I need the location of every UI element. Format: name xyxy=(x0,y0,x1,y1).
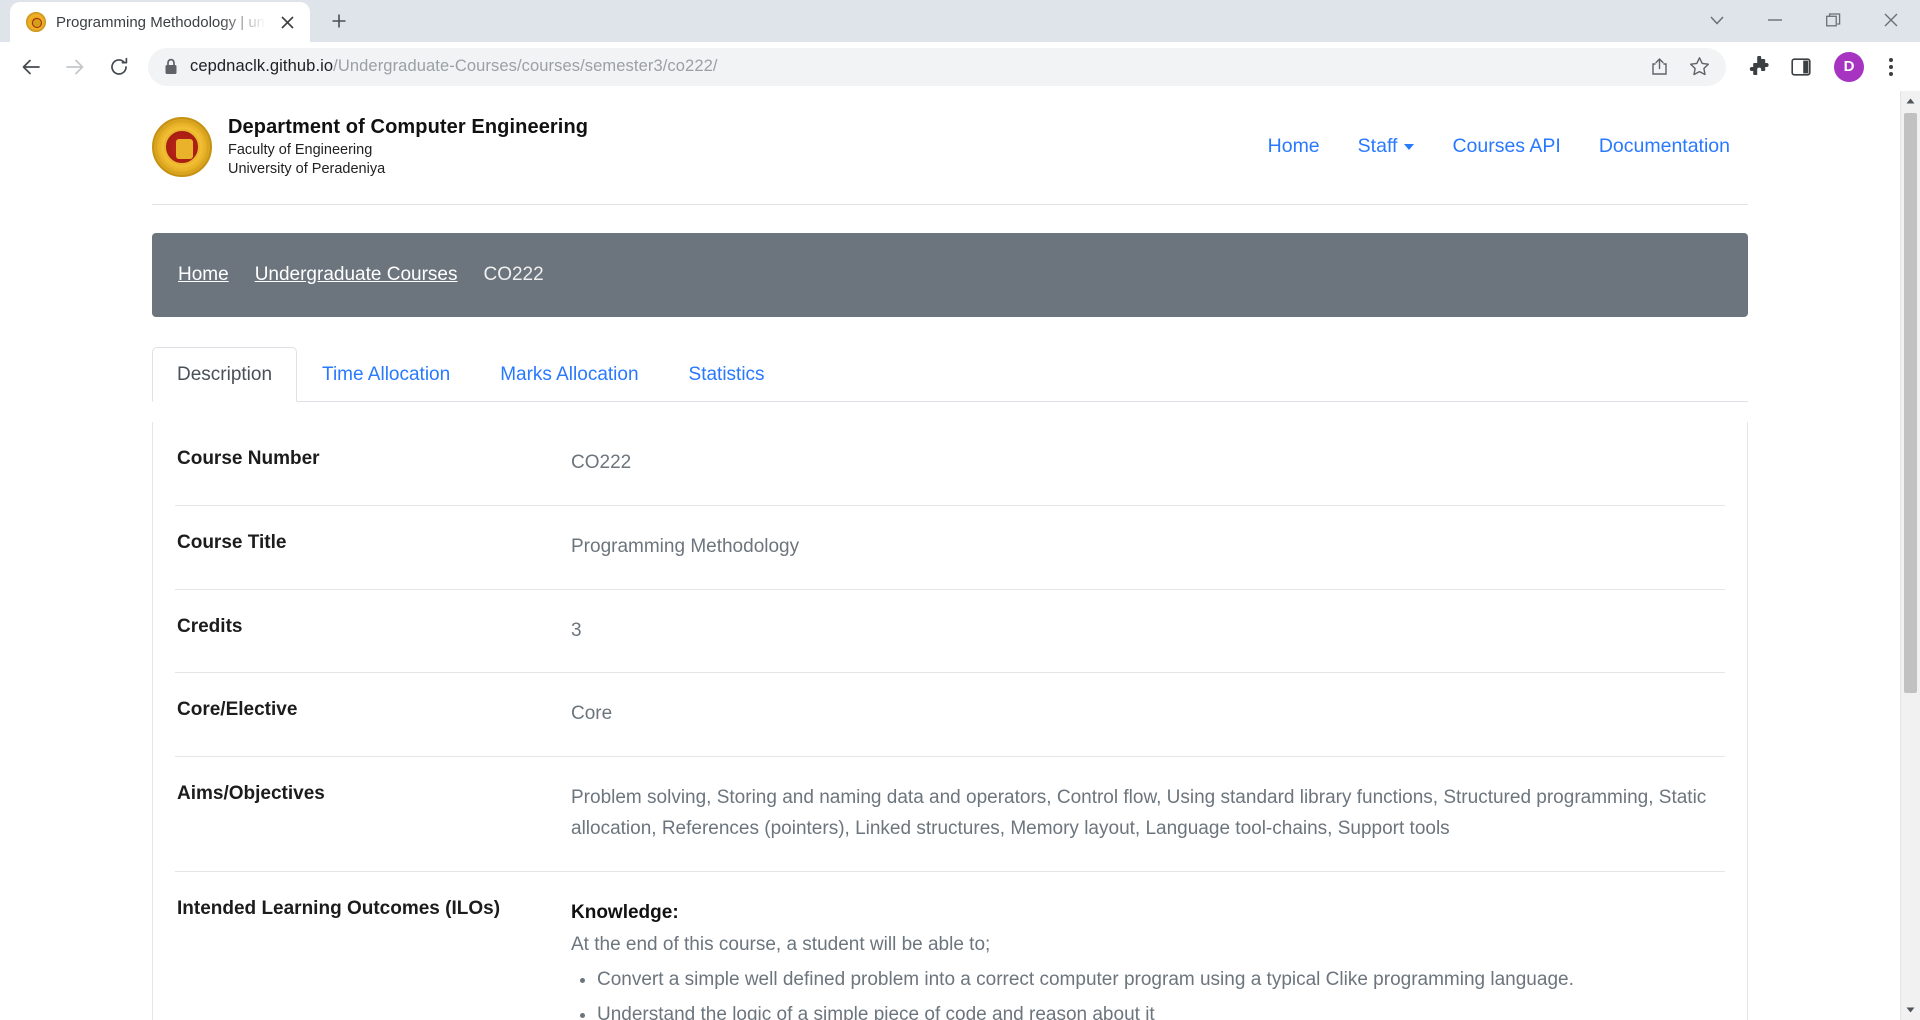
detail-value: Core xyxy=(571,703,613,725)
tab-time-allocation[interactable]: Time Allocation xyxy=(297,347,475,402)
lock-icon xyxy=(164,58,178,75)
extensions-icon[interactable] xyxy=(1742,50,1776,84)
nav-label: Home xyxy=(1267,135,1320,158)
tab-strip: Programming Methodology | und xyxy=(0,0,1920,42)
list-item: Convert a simple well defined problem in… xyxy=(597,965,1725,996)
chevron-down-icon xyxy=(1404,143,1415,150)
browser-window: Programming Methodology | und cepdnaclk.… xyxy=(0,0,1920,1020)
detail-value: 3 xyxy=(571,619,582,641)
tab-close-icon[interactable] xyxy=(276,11,298,33)
content-tabs: Description Time Allocation Marks Alloca… xyxy=(152,347,1748,403)
breadcrumb-item-undergraduate-courses[interactable]: Undergraduate Courses xyxy=(255,264,458,286)
detail-key: Core/Elective xyxy=(177,699,298,721)
close-window-button[interactable] xyxy=(1862,0,1920,40)
detail-row-credits: Credits 3 xyxy=(175,590,1725,674)
scroll-up-icon[interactable] xyxy=(1901,91,1920,111)
ilo-knowledge-intro: At the end of this course, a student wil… xyxy=(571,934,991,956)
detail-value: Programming Methodology xyxy=(571,535,800,557)
url-path: /Undergraduate-Courses/courses/semester3… xyxy=(333,57,718,76)
browser-menu-button[interactable] xyxy=(1876,50,1906,84)
ilo-knowledge-heading: Knowledge: xyxy=(571,901,679,923)
breadcrumb-item-home[interactable]: Home xyxy=(178,264,229,286)
tab-marks-allocation[interactable]: Marks Allocation xyxy=(475,347,663,402)
tab-search-button[interactable] xyxy=(1688,0,1746,40)
detail-row-course-title: Course Title Programming Methodology xyxy=(175,506,1725,590)
nav-item-documentation[interactable]: Documentation xyxy=(1599,135,1730,158)
reload-button[interactable] xyxy=(98,46,140,88)
window-controls xyxy=(1688,0,1920,42)
nav-item-courses-api[interactable]: Courses API xyxy=(1452,135,1560,158)
detail-key: Aims/Objectives xyxy=(177,783,325,805)
detail-row-ilos: Intended Learning Outcomes (ILOs) Knowle… xyxy=(175,872,1725,1020)
page-scrollbar[interactable] xyxy=(1900,91,1920,1020)
star-icon[interactable] xyxy=(1686,54,1712,80)
brand-faculty: Faculty of Engineering xyxy=(228,142,373,159)
site-header: Department of Computer Engineering Facul… xyxy=(152,91,1748,206)
list-item: Understand the logic of a simple piece o… xyxy=(597,1000,1725,1020)
scrollbar-thumb[interactable] xyxy=(1904,113,1917,694)
main-navigation: Home Staff Courses API Documentation xyxy=(1268,135,1748,158)
share-icon[interactable] xyxy=(1646,54,1672,80)
favicon-icon xyxy=(26,12,46,32)
side-panel-icon[interactable] xyxy=(1784,50,1818,84)
nav-item-staff[interactable]: Staff xyxy=(1358,135,1415,158)
new-tab-button[interactable] xyxy=(320,2,358,40)
brand-university: University of Peradeniya xyxy=(228,160,386,177)
brand-text: Department of Computer Engineering Facul… xyxy=(228,115,588,178)
tab-description[interactable]: Description xyxy=(152,347,298,403)
detail-value: Problem solving, Storing and naming data… xyxy=(571,787,1707,839)
address-bar[interactable]: cepdnaclk.github.io/Undergraduate-Course… xyxy=(148,47,1726,86)
url-text: cepdnaclk.github.io/Undergraduate-Course… xyxy=(190,57,718,76)
breadcrumb: Home Undergraduate Courses CO222 xyxy=(152,233,1748,318)
browser-toolbar: cepdnaclk.github.io/Undergraduate-Course… xyxy=(0,42,1920,92)
detail-value-ilos: Knowledge: At the end of this course, a … xyxy=(571,898,1725,1020)
nav-label: Courses API xyxy=(1452,135,1561,158)
tab-statistics[interactable]: Statistics xyxy=(664,347,790,402)
nav-label: Staff xyxy=(1357,135,1398,158)
nav-item-home[interactable]: Home xyxy=(1268,135,1320,158)
site-brand[interactable]: Department of Computer Engineering Facul… xyxy=(152,115,588,178)
detail-value: CO222 xyxy=(571,452,632,474)
nav-label: Documentation xyxy=(1598,135,1730,158)
browser-tab[interactable]: Programming Methodology | und xyxy=(10,2,310,42)
profile-avatar[interactable]: D xyxy=(1834,51,1864,82)
detail-key: Course Title xyxy=(177,531,287,553)
scroll-down-icon[interactable] xyxy=(1901,1000,1920,1020)
maximize-button[interactable] xyxy=(1804,0,1862,40)
breadcrumb-item-current: CO222 xyxy=(483,264,544,286)
minimize-button[interactable] xyxy=(1746,0,1804,40)
detail-row-course-number: Course Number CO222 xyxy=(175,422,1725,506)
page-content: Department of Computer Engineering Facul… xyxy=(0,91,1900,1020)
omnibox-actions xyxy=(1646,54,1712,80)
tab-title: Programming Methodology | und xyxy=(56,13,266,31)
detail-key: Intended Learning Outcomes (ILOs) xyxy=(177,897,501,919)
university-crest-icon xyxy=(152,116,212,177)
page-viewport: Department of Computer Engineering Facul… xyxy=(0,91,1920,1020)
brand-department: Department of Computer Engineering xyxy=(228,116,589,139)
url-host: cepdnaclk.github.io xyxy=(190,57,334,76)
forward-button[interactable] xyxy=(54,46,96,88)
ilo-knowledge-list: Convert a simple well defined problem in… xyxy=(597,965,1725,1020)
course-details-panel: Course Number CO222 Course Title Program… xyxy=(152,422,1748,1020)
detail-key: Course Number xyxy=(177,448,320,470)
detail-key: Credits xyxy=(177,615,243,637)
back-button[interactable] xyxy=(10,46,52,88)
detail-row-aims-objectives: Aims/Objectives Problem solving, Storing… xyxy=(175,757,1725,872)
detail-row-core-elective: Core/Elective Core xyxy=(175,673,1725,758)
